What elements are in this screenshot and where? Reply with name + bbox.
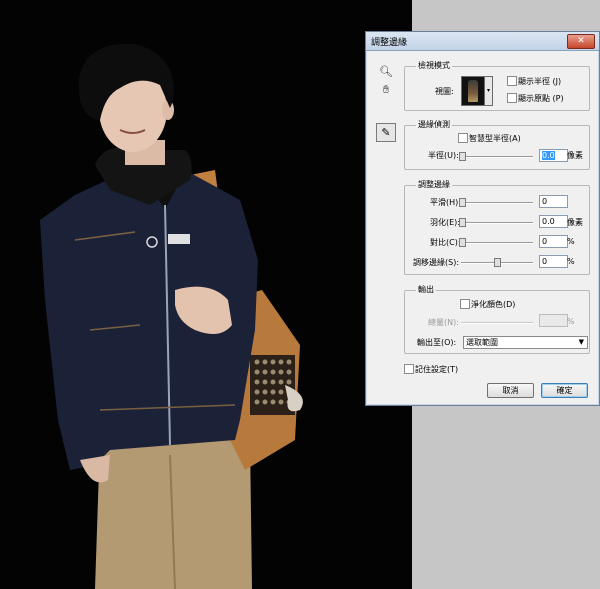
ok-button[interactable]: 確定 (541, 383, 588, 398)
radius-input[interactable]: 0.0 (539, 149, 568, 162)
amount-input[interactable] (539, 314, 568, 327)
output-legend: 輸出 (416, 284, 436, 295)
feather-slider[interactable] (461, 222, 533, 224)
feather-label: 羽化(E): (430, 218, 460, 227)
view-label: 視圖: (435, 87, 454, 96)
amount-slider[interactable] (461, 322, 533, 324)
radius-slider-handle[interactable] (459, 152, 466, 161)
feather-unit: 像素 (567, 218, 583, 227)
smooth-slider[interactable] (461, 202, 533, 204)
cancel-button[interactable]: 取消 (487, 383, 534, 398)
close-icon[interactable]: ✕ (567, 34, 595, 49)
hand-icon[interactable]: ✋︎ (379, 83, 393, 97)
adjust-edge-legend: 調整邊緣 (416, 179, 452, 190)
chevron-down-icon: ▼ (578, 338, 584, 346)
remember-settings-checkbox[interactable] (404, 364, 414, 374)
radius-label: 半徑(U): (428, 151, 459, 160)
shift-edge-label: 調移邊緣(S): (413, 258, 460, 267)
remember-settings-label: 記住設定(T) (415, 365, 459, 374)
decontaminate-checkbox[interactable] (460, 299, 470, 309)
subject-photo (40, 43, 303, 589)
dialog-title: 調整邊緣 (371, 38, 408, 48)
refine-edge-dialog: 調整邊緣 ✕ 🔍︎ ✋︎ 檢視模式 視圖: ▾ 顯示半徑 (J) 顯示原點 (P… (365, 31, 600, 406)
shift-edge-slider-handle[interactable] (494, 258, 501, 267)
radius-slider[interactable] (461, 156, 533, 158)
radius-unit: 像素 (567, 151, 583, 160)
output-to-label: 輸出至(O): (417, 338, 457, 347)
contrast-slider-handle[interactable] (459, 238, 466, 247)
smart-radius-label: 智慧型半徑(A) (469, 134, 521, 143)
view-thumbnail[interactable] (461, 76, 485, 106)
decontaminate-label: 淨化顏色(D) (471, 300, 516, 309)
dialog-titlebar: 調整邊緣 ✕ (366, 32, 599, 51)
smooth-slider-handle[interactable] (459, 198, 466, 207)
view-mode-legend: 檢視模式 (416, 60, 452, 71)
edge-detection-group (404, 125, 590, 170)
edge-detection-legend: 邊緣偵測 (416, 119, 452, 130)
smooth-input[interactable]: 0 (539, 195, 568, 208)
chevron-down-icon[interactable]: ▾ (484, 76, 493, 106)
show-original-checkbox[interactable] (507, 93, 517, 103)
output-to-select[interactable]: 選取範圍 ▼ (463, 336, 588, 349)
view-mode-group (404, 66, 590, 111)
feather-input[interactable]: 0.0 (539, 215, 568, 228)
show-radius-checkbox[interactable] (507, 76, 517, 86)
shift-edge-input[interactable]: 0 (539, 255, 568, 268)
contrast-slider[interactable] (461, 242, 533, 244)
smart-radius-checkbox[interactable] (458, 133, 468, 143)
contrast-input[interactable]: 0 (539, 235, 568, 248)
refine-radius-brush-icon[interactable]: ✎ (376, 123, 396, 142)
amount-unit: % (567, 317, 575, 326)
contrast-unit: % (567, 237, 575, 246)
amount-label: 總量(N): (428, 318, 459, 327)
show-original-label: 顯示原點 (P) (518, 94, 564, 103)
feather-slider-handle[interactable] (459, 218, 466, 227)
shift-edge-unit: % (567, 257, 575, 266)
smooth-label: 平滑(H): (430, 198, 461, 207)
show-radius-label: 顯示半徑 (J) (518, 77, 562, 86)
zoom-icon[interactable]: 🔍︎ (379, 65, 393, 79)
contrast-label: 對比(C): (430, 238, 461, 247)
